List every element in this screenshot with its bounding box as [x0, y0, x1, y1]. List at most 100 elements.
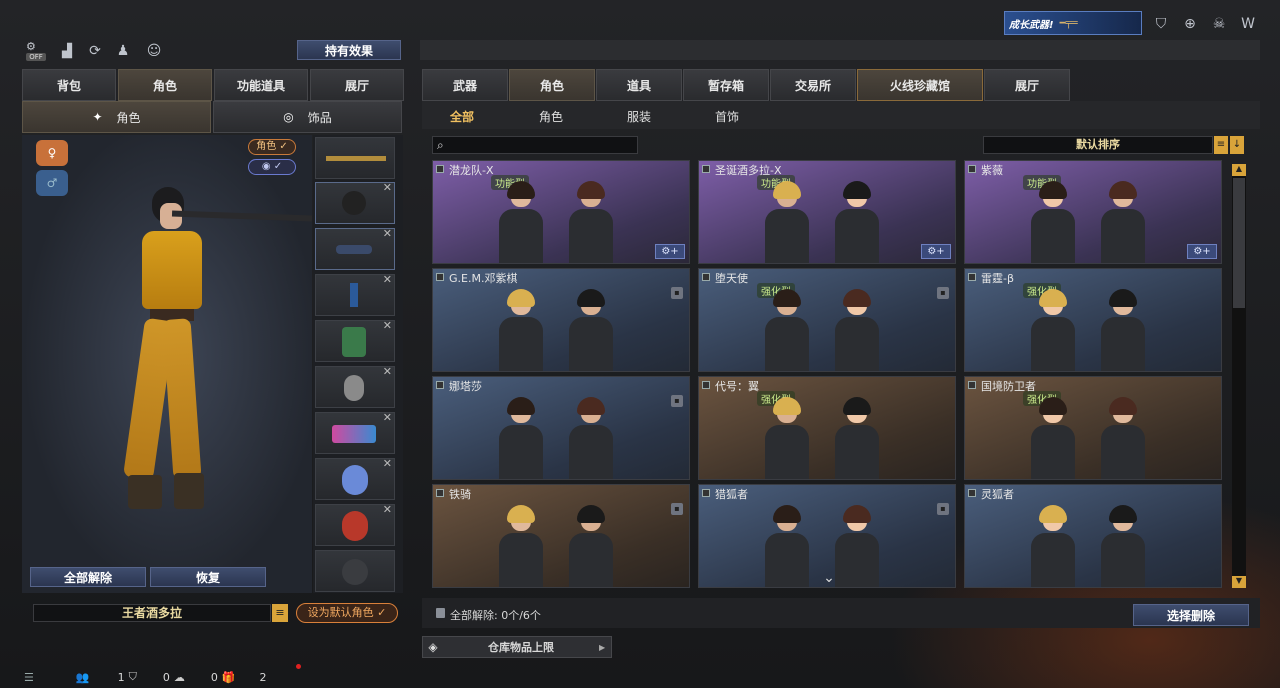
- trash-icon[interactable]: ▪: [937, 503, 949, 515]
- slot-case[interactable]: ✕: [315, 411, 395, 454]
- unequip-all-button[interactable]: 全部解除: [30, 567, 146, 587]
- eye-tag[interactable]: ◉ ✓: [248, 159, 296, 175]
- slot-ring-red[interactable]: ✕: [315, 503, 395, 546]
- upgrade-gear-icon[interactable]: ⚙+: [921, 244, 951, 259]
- remove-icon[interactable]: ✕: [383, 227, 392, 240]
- chat-icon[interactable]: ☁: [174, 671, 185, 684]
- card-checkbox[interactable]: [702, 489, 710, 497]
- character-card[interactable]: 紫薇功能型⚙+: [964, 160, 1222, 264]
- target-icon[interactable]: ⊕: [1179, 13, 1201, 35]
- slot-grenade[interactable]: ✕: [315, 365, 395, 408]
- remove-icon[interactable]: ✕: [383, 181, 392, 194]
- character-name-field[interactable]: 王者酒多拉: [33, 604, 271, 622]
- penguin-icon[interactable]: ☺: [143, 40, 165, 62]
- w-logo-icon[interactable]: W: [1237, 13, 1259, 35]
- role-tag[interactable]: 角色 ✓: [248, 139, 296, 155]
- set-default-button[interactable]: 设为默认角色 ✓: [296, 603, 398, 623]
- character-card[interactable]: G.E.M.邓紫棋 ▪: [432, 268, 690, 372]
- remove-icon[interactable]: ✕: [383, 365, 392, 378]
- tab-showroom[interactable]: 展厅: [310, 69, 404, 101]
- card-checkbox[interactable]: [968, 273, 976, 281]
- tab-character[interactable]: 角色: [118, 69, 212, 101]
- subtab-character[interactable]: ✦ 角色: [22, 101, 211, 133]
- card-checkbox[interactable]: [436, 381, 444, 389]
- tab-exchange[interactable]: 交易所: [770, 69, 856, 101]
- subtab-all[interactable]: 全部: [450, 108, 474, 125]
- character-card[interactable]: 潜龙队-X功能型⚙+: [432, 160, 690, 264]
- slot-ring-blue[interactable]: ✕: [315, 457, 395, 500]
- tab-function-items[interactable]: 功能道具: [214, 69, 308, 101]
- tab-backpack[interactable]: 背包: [22, 69, 116, 101]
- tab-storage[interactable]: 暂存箱: [683, 69, 769, 101]
- slot-empty[interactable]: [315, 550, 395, 592]
- remove-icon[interactable]: ✕: [383, 457, 392, 470]
- card-checkbox[interactable]: [702, 381, 710, 389]
- card-checkbox[interactable]: [436, 165, 444, 173]
- gender-male-icon[interactable]: ♂: [36, 170, 68, 196]
- subtab-jewelry[interactable]: 首饰: [715, 108, 739, 125]
- select-unequip-button[interactable]: 选择删除: [1133, 604, 1249, 626]
- remove-icon[interactable]: ✕: [383, 503, 392, 516]
- search-input[interactable]: ⌕: [432, 136, 638, 154]
- trash-icon[interactable]: ▪: [671, 287, 683, 299]
- slot-backpack[interactable]: ✕: [315, 319, 395, 362]
- refresh-icon[interactable]: ⟳: [84, 40, 106, 62]
- skull-icon[interactable]: ☠: [1208, 13, 1230, 35]
- character-card[interactable]: 雷霆-β强化型: [964, 268, 1222, 372]
- character-card[interactable]: 堕天使强化型▪: [698, 268, 956, 372]
- subtab-roles[interactable]: 角色: [539, 108, 563, 125]
- scroll-up-icon[interactable]: ▲: [1232, 164, 1246, 176]
- tab-items[interactable]: 道具: [596, 69, 682, 101]
- toggle-icon[interactable]: ⚙ OFF: [26, 40, 46, 61]
- sort-dropdown[interactable]: 默认排序: [983, 136, 1213, 154]
- card-checkbox[interactable]: [702, 165, 710, 173]
- character-card[interactable]: 代号：翼强化型: [698, 376, 956, 480]
- expand-chevron-icon[interactable]: ⌄: [816, 570, 842, 586]
- scroll-down-icon[interactable]: ▼: [1232, 576, 1246, 588]
- remove-icon[interactable]: ✕: [383, 273, 392, 286]
- slot-radio[interactable]: ✕: [315, 273, 395, 316]
- card-checkbox[interactable]: [436, 273, 444, 281]
- remove-icon[interactable]: ✕: [383, 411, 392, 424]
- tab-collection[interactable]: 火线珍藏馆: [857, 69, 983, 101]
- card-checkbox[interactable]: [436, 489, 444, 497]
- character-card[interactable]: 铁骑 ▪: [432, 484, 690, 588]
- remove-icon[interactable]: ✕: [383, 319, 392, 332]
- person-icon[interactable]: ♟: [112, 40, 134, 62]
- restore-button[interactable]: 恢复: [150, 567, 266, 587]
- shield-icon[interactable]: ⛉: [1150, 13, 1172, 35]
- subtab-costume[interactable]: 服装: [627, 108, 651, 125]
- trash-icon[interactable]: ▪: [937, 287, 949, 299]
- trash-icon[interactable]: ▪: [671, 395, 683, 407]
- sort-down-icon[interactable]: ↓: [1230, 136, 1244, 154]
- character-card[interactable]: 娜塔莎 ▪: [432, 376, 690, 480]
- upgrade-gear-icon[interactable]: ⚙+: [655, 244, 685, 259]
- growth-weapon-badge[interactable]: 成长武器! ━╤═: [1004, 11, 1142, 35]
- sort-list-icon[interactable]: ≡: [1214, 136, 1228, 154]
- tab-roles[interactable]: 角色: [509, 69, 595, 101]
- slot-glasses[interactable]: ✕: [315, 227, 395, 270]
- shield-small-icon[interactable]: ⛉: [129, 670, 137, 684]
- upgrade-gear-icon[interactable]: ⚙+: [1187, 244, 1217, 259]
- list-icon[interactable]: ≡: [272, 604, 288, 622]
- card-checkbox[interactable]: [968, 489, 976, 497]
- slot-weapon[interactable]: [315, 137, 395, 179]
- character-card[interactable]: 圣诞酒多拉-X功能型⚙+: [698, 160, 956, 264]
- trash-icon[interactable]: ▪: [671, 503, 683, 515]
- card-checkbox[interactable]: [968, 165, 976, 173]
- character-card[interactable]: 国境防卫者强化型: [964, 376, 1222, 480]
- card-checkbox[interactable]: [968, 381, 976, 389]
- tab-gallery[interactable]: 展厅: [984, 69, 1070, 101]
- tab-weapons[interactable]: 武器: [422, 69, 508, 101]
- slot-helmet[interactable]: ✕: [315, 181, 395, 224]
- character-card[interactable]: 灵狐者: [964, 484, 1222, 588]
- menu-icon[interactable]: ☰: [24, 671, 34, 684]
- scroll-thumb[interactable]: [1233, 178, 1245, 308]
- grid-scrollbar[interactable]: ▲ ▼: [1232, 164, 1246, 588]
- gender-female-icon[interactable]: ♀: [36, 140, 68, 166]
- friends-icon[interactable]: 👥: [76, 671, 90, 684]
- card-checkbox[interactable]: [702, 273, 710, 281]
- subtab-accessory[interactable]: ◎ 饰品: [213, 101, 402, 133]
- gift-icon[interactable]: 🎁: [222, 671, 236, 684]
- storage-limit-bar[interactable]: ◈ 仓库物品上限 ▶: [422, 636, 612, 658]
